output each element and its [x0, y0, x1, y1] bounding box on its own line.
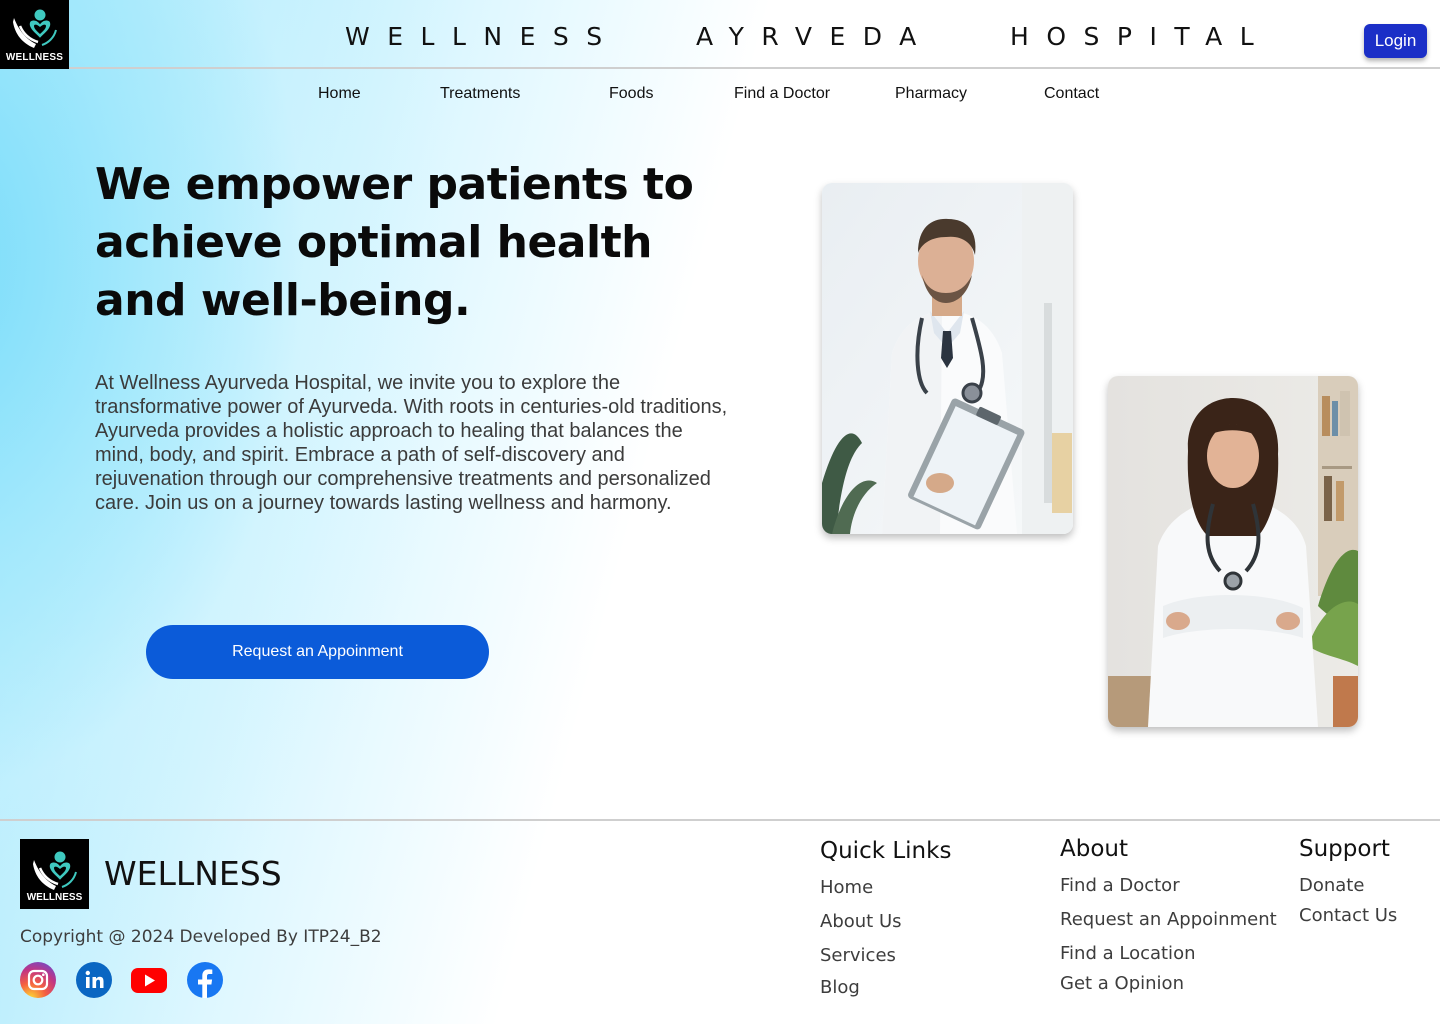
footer-link-home[interactable]: Home: [820, 877, 873, 898]
footer-link-donate[interactable]: Donate: [1299, 875, 1364, 896]
footer-link-find-a-location[interactable]: Find a Location: [1060, 943, 1195, 964]
footer-link-services[interactable]: Services: [820, 945, 896, 966]
facebook-icon[interactable]: [187, 962, 223, 998]
instagram-icon[interactable]: [20, 962, 56, 998]
support-title: Support: [1299, 836, 1390, 862]
footer-brand: WELLNESS: [104, 854, 282, 893]
site-title: WELLNESS AYRVEDA HOSPITAL: [345, 22, 1272, 51]
hero-description: At Wellness Ayurveda Hospital, we invite…: [95, 372, 728, 514]
footer-link-find-a-doctor[interactable]: Find a Doctor: [1060, 875, 1180, 896]
nav-find-a-doctor[interactable]: Find a Doctor: [734, 85, 830, 103]
request-appointment-button[interactable]: Request an Appoinment: [146, 625, 489, 679]
copyright-text: Copyright @ 2024 Developed By ITP24_B2: [20, 927, 382, 947]
hero-title: We empower patients to achieve optimal h…: [95, 159, 694, 326]
footer-link-request-appointment[interactable]: Request an Appoinment: [1060, 909, 1277, 930]
footer-logo-text: WELLNESS: [26, 892, 83, 903]
logo-text: WELLNESS: [5, 52, 64, 63]
footer-logo[interactable]: WELLNESS: [20, 839, 89, 909]
header-logo[interactable]: WELLNESS: [0, 0, 69, 69]
footer-link-blog[interactable]: Blog: [820, 977, 860, 998]
login-button[interactable]: Login: [1364, 24, 1427, 58]
about-title: About: [1060, 836, 1129, 862]
youtube-icon[interactable]: [131, 962, 167, 998]
footer-link-get-a-opinion[interactable]: Get a Opinion: [1060, 973, 1184, 994]
quick-links-title: Quick Links: [820, 838, 952, 864]
nav-treatments[interactable]: Treatments: [440, 85, 520, 103]
nav-pharmacy[interactable]: Pharmacy: [895, 85, 967, 103]
nav-home[interactable]: Home: [318, 85, 361, 103]
header-divider: [69, 67, 1440, 69]
footer-divider: [0, 819, 1440, 821]
footer-link-about-us[interactable]: About Us: [820, 911, 902, 932]
logo-heart-hands-icon: [12, 9, 57, 48]
female-doctor-photo: [1108, 376, 1358, 727]
nav-foods[interactable]: Foods: [609, 85, 653, 103]
male-doctor-photo: [822, 183, 1073, 534]
linkedin-icon[interactable]: [76, 962, 112, 998]
nav-contact[interactable]: Contact: [1044, 85, 1099, 103]
logo-heart-hands-icon: [32, 851, 77, 890]
footer-link-contact-us[interactable]: Contact Us: [1299, 905, 1397, 926]
